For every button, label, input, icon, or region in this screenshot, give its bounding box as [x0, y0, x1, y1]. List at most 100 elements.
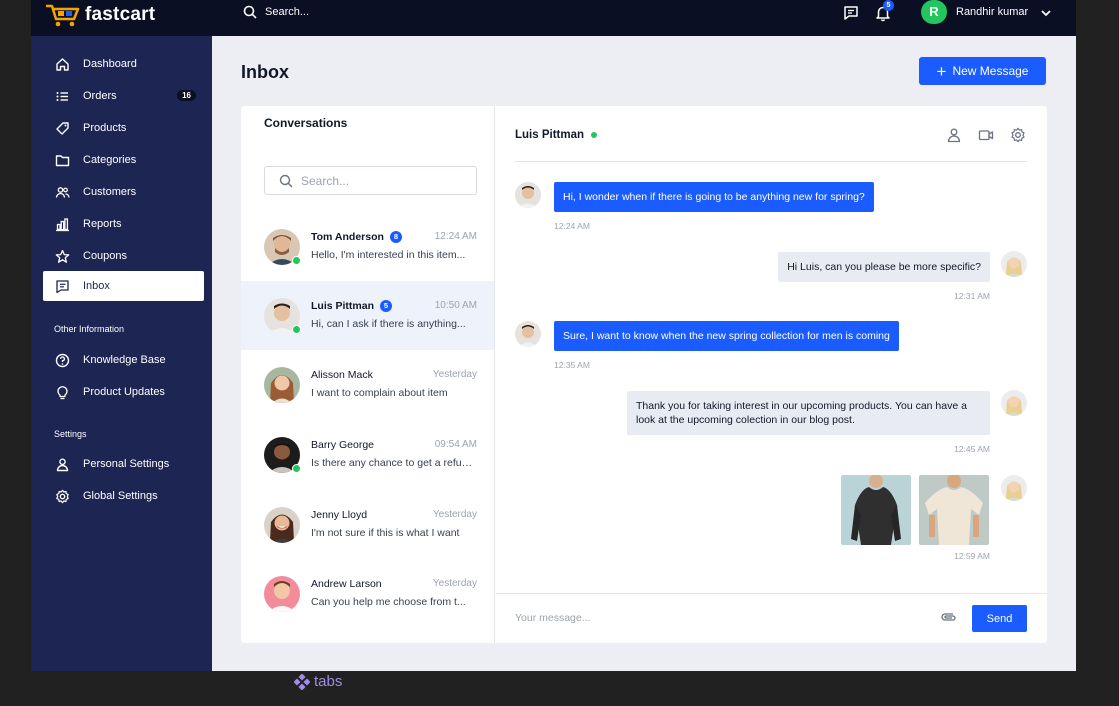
conversation-item[interactable]: Jenny Lloyd Yesterday I'm not sure if th… — [241, 490, 494, 559]
avatar — [264, 367, 300, 403]
conversation-name: Tom Anderson 8 — [311, 231, 402, 243]
conversation-item[interactable]: Tom Anderson 8 12:24 AM Hello, I'm inter… — [241, 212, 494, 281]
sidebar-item-label: Reports — [83, 218, 122, 230]
conversation-preview: I'm not sure if this is what I want — [311, 527, 460, 539]
gear-icon[interactable] — [1010, 127, 1026, 143]
lightbulb-icon — [54, 384, 70, 400]
avatar — [264, 229, 301, 265]
online-status-dot — [292, 464, 301, 473]
conversation-time: Yesterday — [432, 578, 477, 589]
video-call-icon[interactable] — [978, 127, 994, 143]
sidebar-item-product-updates[interactable]: Product Updates — [43, 377, 204, 407]
sidebar-item-dashboard[interactable]: Dashboard — [43, 49, 204, 79]
contact-name: Barry George — [311, 439, 375, 451]
conversation-preview: Hi, can I ask if there is anything... — [311, 318, 466, 330]
own-avatar — [1001, 390, 1027, 416]
message-time: 12:31 AM — [954, 291, 990, 301]
user-name[interactable]: Randhir kumar — [956, 6, 1028, 18]
sidebar-item-label: Categories — [83, 154, 137, 166]
sidebar-item-label: Dashboard — [83, 58, 137, 70]
conversation-preview: Can you help me choose from t... — [311, 596, 466, 608]
top-search-label: Search... — [265, 6, 310, 18]
chevron-down-icon[interactable] — [1039, 6, 1053, 20]
profile-icon[interactable] — [946, 127, 962, 143]
search-icon — [279, 174, 293, 187]
conversation-preview: I want to complain about item — [311, 387, 448, 399]
message-bubble-outgoing: Hi Luis, can you please be more specific… — [778, 252, 990, 282]
sidebar-item-reports[interactable]: Reports — [43, 209, 204, 239]
sidebar-item-orders[interactable]: Orders 16 — [43, 81, 204, 111]
user-avatar[interactable]: R — [921, 0, 947, 24]
chat-header: Luis Pittman — [515, 129, 598, 141]
unread-badge: 5 — [380, 300, 393, 312]
conversation-name: Alisson Mack — [311, 369, 373, 381]
conversation-item[interactable]: Barry George 09:54 AM Is there any chanc… — [241, 420, 494, 489]
sidebar-item-personal-settings[interactable]: Personal Settings — [43, 449, 204, 479]
conversation-name: Andrew Larson — [311, 578, 382, 590]
sidebar-item-customers[interactable]: Customers — [43, 177, 204, 207]
conversation-name: Jenny Lloyd — [311, 509, 367, 521]
black-longsleeve-photo[interactable] — [841, 475, 911, 545]
contact-name: Luis Pittman — [311, 300, 375, 312]
message-time: 12:35 AM — [554, 360, 590, 370]
sidebar-item-label: Orders — [83, 90, 117, 102]
new-message-button[interactable]: + New Message — [919, 57, 1046, 85]
conversation-item-selected[interactable]: Luis Pittman 5 10:50 AM Hi, can I ask if… — [241, 281, 494, 350]
message-input[interactable] — [515, 608, 895, 628]
conversation-time: 10:50 AM — [434, 300, 477, 311]
sidebar-item-knowledge-base[interactable]: Knowledge Base — [43, 345, 204, 375]
list-icon — [54, 88, 70, 104]
send-button[interactable]: Send — [972, 605, 1027, 632]
diamond-icon — [294, 673, 310, 690]
inbox-icon — [54, 278, 70, 294]
tabs-label-text: tabs — [314, 673, 343, 690]
contact-name: Andrew Larson — [311, 578, 382, 590]
section-heading-settings: Settings — [54, 429, 87, 439]
conversation-time: Yesterday — [432, 509, 477, 520]
sidebar-item-global-settings[interactable]: Global Settings — [43, 481, 204, 511]
conversation-search[interactable] — [264, 166, 477, 195]
own-avatar — [1001, 475, 1027, 501]
contact-name: Tom Anderson — [311, 231, 384, 243]
sidebar-item-label: Knowledge Base — [83, 354, 166, 366]
unread-badge: 8 — [389, 231, 402, 243]
inbox-panel: Conversations Tom Anderson 8 — [241, 106, 1047, 643]
top-search[interactable]: Search... — [243, 5, 309, 19]
conversation-preview: Hello, I'm interested in this item... — [311, 249, 466, 261]
bar-chart-icon — [54, 216, 70, 232]
online-status-dot — [292, 256, 301, 265]
conversation-item[interactable]: Alisson Mack Yesterday I want to complai… — [241, 350, 494, 419]
sidebar: Dashboard Orders 16 Products Categories — [31, 36, 212, 671]
white-tshirt-photo[interactable] — [919, 475, 989, 545]
brand-name: fastcart — [85, 4, 156, 25]
sidebar-item-label: Customers — [83, 186, 137, 198]
conversation-item[interactable]: Andrew Larson Yesterday Can you help me … — [241, 559, 494, 628]
logo[interactable]: fastcart — [45, 2, 155, 28]
sidebar-item-label: Product Updates — [83, 386, 165, 398]
conversation-search-input[interactable] — [301, 173, 471, 188]
top-bar: fastcart Search... 5 R Randhir kumar — [31, 0, 1076, 36]
paperclip-icon[interactable] — [941, 610, 957, 624]
sidebar-item-products[interactable]: Products — [43, 113, 204, 143]
users-icon — [54, 184, 70, 200]
contact-avatar — [515, 182, 541, 208]
tabs-watermark: tabs — [294, 673, 342, 690]
avatar — [264, 298, 301, 334]
conversation-name: Luis Pittman 5 — [311, 300, 393, 312]
sidebar-item-inbox[interactable]: Inbox — [43, 271, 204, 301]
conversation-name: Barry George — [311, 439, 374, 451]
orders-count-badge: 16 — [177, 90, 196, 101]
sidebar-item-label: Inbox — [83, 280, 110, 292]
avatar — [264, 437, 301, 473]
cart-logo-icon — [46, 4, 80, 27]
conversations-list: Conversations Tom Anderson 8 — [241, 106, 495, 643]
sidebar-item-categories[interactable]: Categories — [43, 145, 204, 175]
notification-badge: 5 — [883, 0, 894, 11]
chat-contact-name: Luis Pittman — [515, 129, 585, 141]
messages-icon[interactable] — [842, 4, 860, 22]
sidebar-item-label: Personal Settings — [83, 458, 170, 470]
new-message-label: New Message — [952, 64, 1029, 78]
avatar — [264, 507, 300, 543]
sidebar-item-coupons[interactable]: Coupons — [43, 241, 204, 271]
message-bubble-outgoing: Thank you for taking interest in our upc… — [627, 391, 990, 435]
